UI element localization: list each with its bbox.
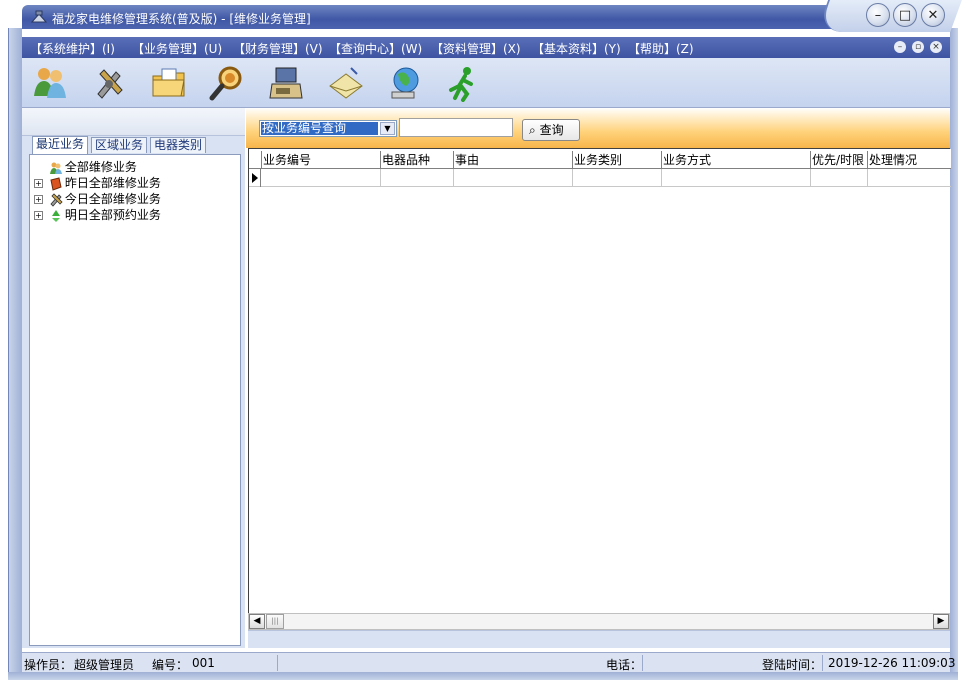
- minimize-icon: –: [874, 7, 882, 23]
- chevron-down-icon[interactable]: ▼: [380, 122, 395, 135]
- window-title: 福龙家电维修管理系统(普及版) - [维修业务管理]: [52, 12, 311, 26]
- menu-data[interactable]: 【资料管理】(X): [431, 40, 521, 57]
- search-input[interactable]: [399, 118, 513, 137]
- tab-area-business[interactable]: 区域业务: [91, 137, 148, 153]
- search-mode-select[interactable]: 按业务编号查询 ▼: [259, 120, 397, 137]
- menu-bar: 【系统维护】(I) 【业务管理】(U) 【财务管理】(V) 【查询中心】(W) …: [22, 37, 950, 58]
- mdi-close-icon[interactable]: ×: [930, 41, 942, 53]
- toolbar-exit-button[interactable]: [445, 64, 483, 102]
- scroll-right-icon[interactable]: ▶: [933, 614, 949, 629]
- toolbar-users-button[interactable]: [31, 64, 69, 102]
- expand-icon[interactable]: +: [34, 211, 43, 220]
- toolbar-search-button[interactable]: [208, 64, 246, 102]
- toolbar-folder-button[interactable]: [150, 64, 188, 102]
- query-button[interactable]: ⌕ 查询: [522, 119, 580, 141]
- book-icon: [50, 176, 62, 191]
- toolbar-globe-button[interactable]: [386, 64, 424, 102]
- menu-system[interactable]: 【系统维护】(I): [30, 40, 115, 57]
- horizontal-scrollbar[interactable]: ◀ ||| ▶: [248, 613, 950, 630]
- business-grid[interactable]: 业务编号 电器品种 事由 业务类别 业务方式 优先/时限 处理情况: [248, 148, 951, 613]
- menu-business[interactable]: 【业务管理】(U): [132, 40, 222, 57]
- tree-item-yesterday-repairs[interactable]: + 昨日全部维修业务: [34, 175, 161, 191]
- tree-item-label: 今日全部维修业务: [64, 192, 161, 206]
- column-header[interactable]: 业务类别: [572, 151, 661, 169]
- grid-header: 业务编号 电器品种 事由 业务类别 业务方式 优先/时限 处理情况: [249, 149, 951, 169]
- mdi-minimize-icon[interactable]: –: [894, 41, 906, 53]
- toolbar: [22, 58, 950, 108]
- grid-footer-band: [248, 630, 950, 648]
- search-mode-value: 按业务编号查询: [261, 122, 378, 135]
- column-header[interactable]: 业务方式: [661, 151, 810, 169]
- tree-item-label: 昨日全部维修业务: [64, 176, 161, 190]
- menu-basic[interactable]: 【基本资料】(Y): [532, 40, 621, 57]
- tree-item-all-repairs[interactable]: 全部维修业务: [34, 159, 137, 175]
- query-button-label: 查询: [539, 123, 564, 137]
- operator-label: 操作员：: [24, 658, 73, 672]
- menu-help[interactable]: 【帮助】(Z): [628, 40, 694, 57]
- magnifier-icon: [209, 66, 242, 101]
- mail-icon: [329, 67, 363, 99]
- column-header[interactable]: 处理情况: [867, 151, 951, 169]
- toolbar-tools-button[interactable]: [90, 64, 128, 102]
- minimize-button[interactable]: –: [866, 3, 890, 27]
- maximize-icon: □: [898, 7, 912, 23]
- phone-label: 电话：: [606, 658, 643, 672]
- app-icon: [30, 10, 48, 23]
- column-header[interactable]: 事由: [453, 151, 572, 169]
- status-bar: 操作员： 超级管理员 编号： 001 电话： 登陆时间： 2019-12-26 …: [22, 652, 955, 672]
- toolbar-fax-button[interactable]: [268, 64, 306, 102]
- column-header[interactable]: 电器品种: [380, 151, 453, 169]
- recycle-icon: [51, 209, 60, 222]
- login-time-label: 登陆时间：: [762, 658, 823, 672]
- scroll-thumb[interactable]: |||: [266, 614, 284, 629]
- window-frame-right: [950, 28, 958, 680]
- operator-value: 超级管理员: [74, 658, 135, 672]
- menu-query[interactable]: 【查询中心】(W): [329, 40, 422, 57]
- business-tree: 全部维修业务 + 昨日全部维修业务 + 今日全部维修业务 + 明日全部预约业务: [29, 154, 241, 646]
- window-frame-left: [8, 28, 22, 680]
- tree-item-label: 明日全部预约业务: [64, 208, 161, 222]
- column-header[interactable]: 业务编号: [261, 151, 380, 169]
- maximize-button[interactable]: □: [893, 3, 917, 27]
- toolbar-mail-button[interactable]: [327, 64, 365, 102]
- globe-icon: [391, 67, 419, 99]
- tree-item-label: 全部维修业务: [64, 160, 137, 174]
- tree-item-tomorrow-appointments[interactable]: + 明日全部预约业务: [34, 207, 161, 223]
- running-man-icon: [449, 67, 473, 102]
- close-icon: ✕: [927, 7, 939, 23]
- table-row[interactable]: [249, 169, 951, 187]
- tools-icon: [50, 192, 63, 207]
- id-label: 编号：: [152, 658, 189, 672]
- tab-recent-business[interactable]: 最近业务: [32, 136, 89, 154]
- login-time-value: 2019-12-26 11:09:03: [828, 656, 956, 670]
- scroll-left-icon[interactable]: ◀: [249, 614, 265, 629]
- id-value: 001: [192, 656, 215, 670]
- search-icon: ⌕: [529, 123, 536, 137]
- close-button[interactable]: ✕: [921, 3, 945, 27]
- menu-finance[interactable]: 【财务管理】(V): [233, 40, 323, 57]
- folder-icon: [152, 68, 185, 97]
- users-icon: [49, 162, 62, 174]
- tools-icon: [97, 69, 123, 99]
- fax-icon: [269, 67, 303, 99]
- tab-appliance-category[interactable]: 电器类别: [150, 137, 207, 153]
- app-window: 福龙家电维修管理系统(普及版) - [维修业务管理] – □ ✕ 【系统维护】(…: [0, 0, 962, 686]
- left-panel-header: [22, 108, 245, 136]
- expand-icon[interactable]: +: [34, 179, 43, 188]
- expand-icon[interactable]: +: [34, 195, 43, 204]
- users-icon: [34, 68, 66, 98]
- column-header[interactable]: 优先/时限: [810, 151, 867, 169]
- mdi-restore-icon[interactable]: ▫: [912, 41, 924, 53]
- tree-item-today-repairs[interactable]: + 今日全部维修业务: [34, 191, 161, 207]
- row-indicator-icon: [249, 169, 261, 187]
- window-frame-bottom: [8, 672, 958, 680]
